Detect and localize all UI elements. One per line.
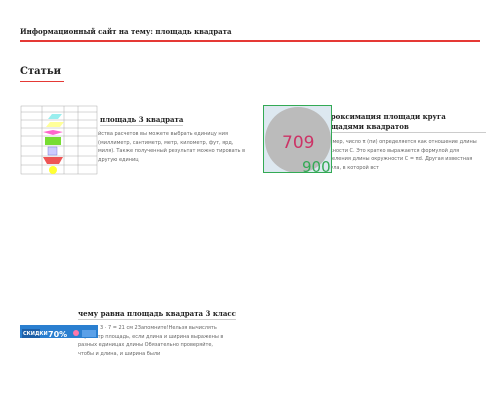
article-title[interactable]: аппроксимация площади круга площадями кв… [316, 112, 486, 133]
promo-banner-image: СКИДКИ 70% [22, 329, 96, 338]
image-label: 900 [302, 158, 331, 173]
header-divider [20, 40, 480, 42]
image-label: 709 [282, 133, 314, 153]
shapes-table-image [20, 105, 98, 175]
article-title[interactable]: площадь 3 квадрата [100, 115, 184, 126]
article-image[interactable]: 709 900 [263, 105, 332, 173]
section-underline [20, 81, 64, 82]
section-title: Статьи [20, 66, 62, 77]
article-title[interactable]: чему равна площадь квадрата 3 класс [78, 309, 236, 320]
article-image[interactable]: СКИДКИ 70% [20, 325, 98, 338]
image-label: СКИДКИ [23, 331, 48, 337]
image-label: 70% [48, 330, 67, 338]
circle-approximation-image: 709 900 [265, 107, 331, 173]
article-excerpt: Например, число π (пи) определяется как … [316, 139, 477, 171]
article-excerpt: йства расчетов вы можете выбрать единицу… [98, 131, 246, 163]
site-title[interactable]: Информационный сайт на тему: площадь ква… [20, 27, 232, 36]
article-excerpt: 3 · 7 = 21 см 2Запомните!Нельзя вычислят… [78, 325, 224, 357]
article-image[interactable] [20, 105, 98, 175]
